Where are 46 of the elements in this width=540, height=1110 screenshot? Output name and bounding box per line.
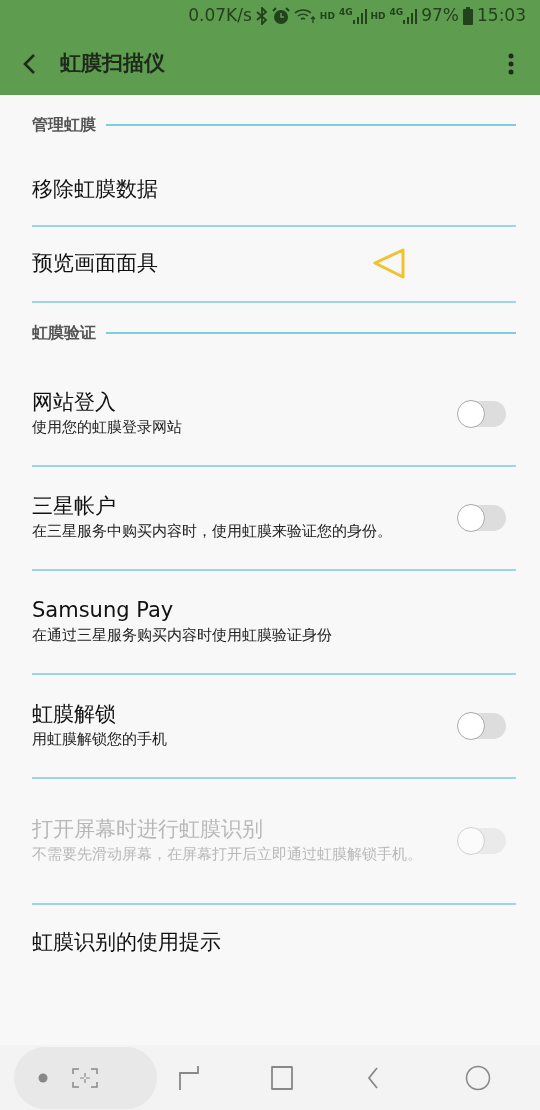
setting-description: 用虹膜解锁您的手机 [32,728,168,750]
setting-row[interactable]: 移除虹膜数据 [32,155,516,227]
app-title: 虹膜扫描仪 [60,49,165,77]
scan-icon [72,1067,98,1088]
section-header: 管理虹膜 [32,114,96,136]
setting-description: 不需要先滑动屏幕，在屏幕打开后立即通过虹膜解锁手机。 [32,843,423,865]
setting-title: Samsung Pay [32,597,175,625]
setting-title: 移除虹膜数据 [32,176,159,204]
clock: 15:03 [477,4,526,28]
toggle-switch[interactable] [458,401,506,427]
dot-icon [38,1072,48,1083]
setting-row[interactable]: 网站登入 使用您的虹膜登录网站 [32,363,516,467]
network-speed: 0.07K/s [188,4,252,28]
wifi-icon [293,8,316,24]
setting-title: 网站登入 [32,389,117,417]
setting-row[interactable]: 三星帐户 在三星服务中购买内容时，使用虹膜来验证您的身份。 [32,467,516,571]
setting-title: 虹膜识别的使用提示 [32,929,222,957]
alarm-icon [271,7,290,25]
bluetooth-icon [255,7,268,25]
toggle-switch[interactable] [458,713,506,739]
more-options-icon[interactable] [508,52,514,75]
setting-row[interactable]: Samsung Pay 在通过三星服务购买内容时使用虹膜验证身份 [32,571,516,675]
setting-title: 预览画面面具 [32,250,159,278]
battery-level: 97% [421,4,459,28]
signal-icon [403,8,418,24]
setting-title: 打开屏幕时进行虹膜识别 [32,816,264,844]
setting-row[interactable]: 预览画面面具 [32,227,516,303]
setting-description: 在三星服务中购买内容时，使用虹膜来验证您的身份。 [32,520,393,542]
battery-icon [463,7,473,25]
section-header: 虹膜验证 [32,322,96,344]
setting-description: 在通过三星服务购买内容时使用虹膜验证身份 [32,624,333,646]
recents-icon[interactable] [177,1064,199,1091]
back-icon[interactable] [22,52,36,75]
hd-label: HD [319,11,335,21]
home-icon[interactable] [271,1065,293,1090]
signal-icon [352,8,367,24]
hd-label: HD [370,11,386,21]
network-type-label: 4G [389,8,404,17]
network-type-label: 4G [338,8,353,17]
circle-icon[interactable] [465,1064,491,1091]
toggle-switch[interactable] [458,505,506,531]
setting-description: 使用您的虹膜登录网站 [32,416,183,438]
setting-title: 三星帐户 [32,493,117,521]
setting-row[interactable]: 虹膜解锁 用虹膜解锁您的手机 [32,675,516,779]
setting-title: 虹膜解锁 [32,701,117,729]
setting-row[interactable]: 虹膜识别的使用提示 [32,905,516,981]
